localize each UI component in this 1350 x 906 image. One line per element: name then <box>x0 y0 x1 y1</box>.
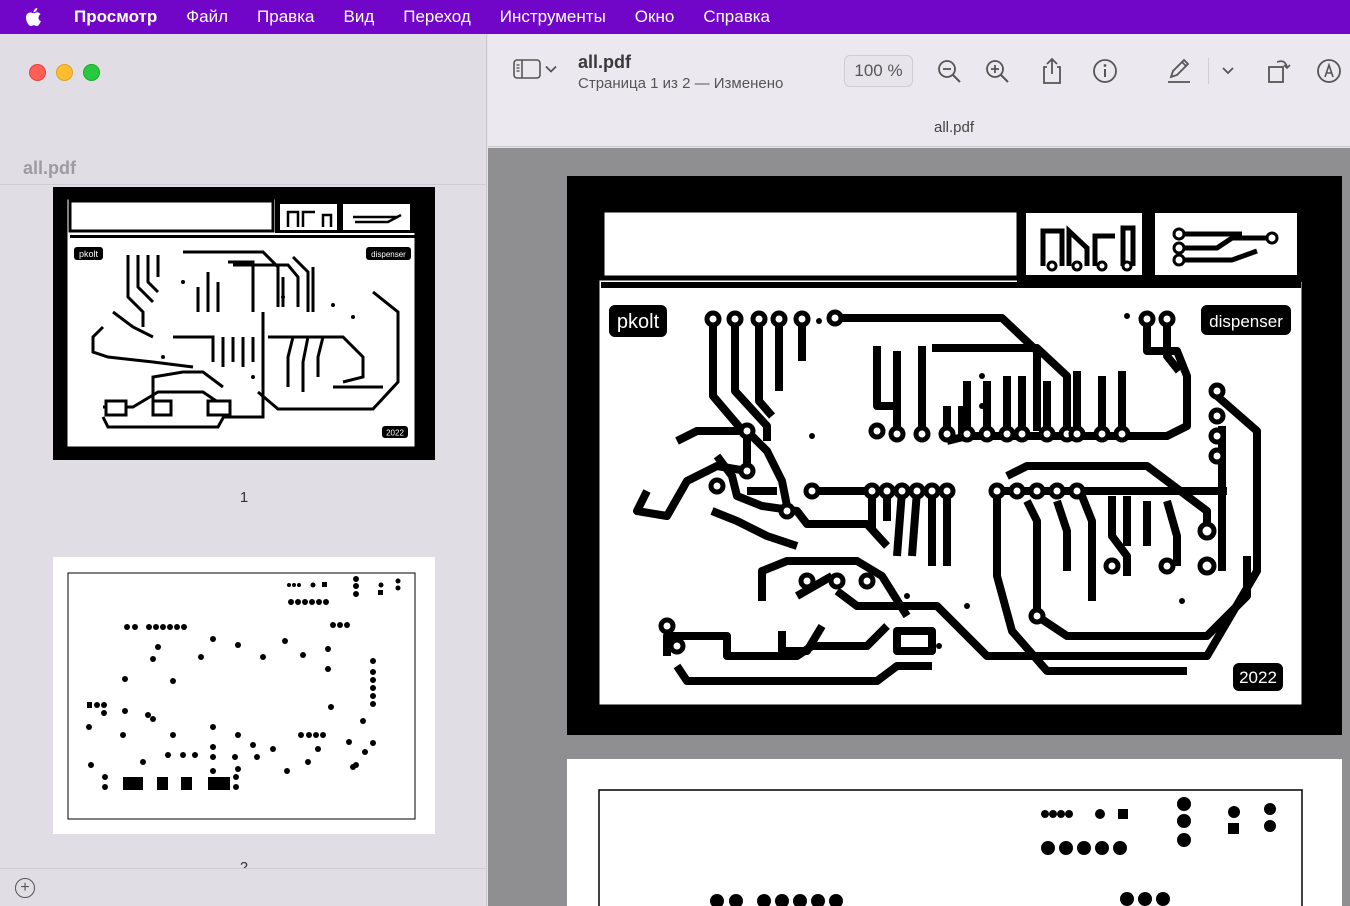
menu-edit[interactable]: Правка <box>257 7 314 27</box>
toolbar: all.pdf Страница 1 из 2 — Изменено 100 %… <box>488 34 1350 147</box>
rotate-icon[interactable] <box>1264 56 1294 86</box>
thumb-label-dispenser: dispenser <box>371 250 406 259</box>
menu-bar: Просмотр Файл Правка Вид Переход Инструм… <box>0 0 1350 34</box>
thumbnail-page-1[interactable]: pkolt dispenser 2022 <box>53 187 435 460</box>
pcb-label-pkolt: pkolt <box>617 311 660 333</box>
document-subtitle: Страница 1 из 2 — Изменено <box>578 75 784 92</box>
menu-file[interactable]: Файл <box>186 7 228 27</box>
pdf-page-1: pkolt dispenser 2022 <box>567 176 1342 735</box>
thumbnail-sidebar: all.pdf pkolt dispenser 2022 1 + <box>0 34 487 906</box>
sidebar-footer: + <box>0 868 486 906</box>
toolbar-separator <box>1208 58 1209 84</box>
sidebar-toggle-icon <box>513 58 541 80</box>
pcb-label-dispenser: dispenser <box>1209 312 1283 331</box>
sidebar-divider <box>0 184 486 185</box>
thumb-label-year: 2022 <box>386 429 404 438</box>
info-icon[interactable] <box>1090 56 1120 86</box>
thumbnail-1-label: 1 <box>239 489 249 506</box>
zoom-out-icon[interactable] <box>934 56 964 86</box>
sidebar-title: all.pdf <box>23 158 76 178</box>
document-title: all.pdf <box>578 52 631 72</box>
minimize-window-button[interactable] <box>56 64 73 81</box>
zoom-level-field[interactable]: 100 % <box>844 55 913 87</box>
menu-view[interactable]: Вид <box>343 7 374 27</box>
thumbnail-page-2[interactable] <box>53 557 435 834</box>
menu-tools[interactable]: Инструменты <box>500 7 606 27</box>
menu-window[interactable]: Окно <box>635 7 675 27</box>
window-controls <box>29 64 100 81</box>
pdf-page-2 <box>567 759 1342 906</box>
markup-pen-icon[interactable] <box>1164 56 1194 86</box>
menu-help[interactable]: Справка <box>703 7 770 27</box>
chevron-down-icon <box>545 65 557 73</box>
add-icon[interactable]: + <box>15 878 35 898</box>
sidebar-toggle-button[interactable] <box>513 58 557 80</box>
menu-app-preview[interactable]: Просмотр <box>74 7 157 27</box>
pcb-label-year: 2022 <box>1239 668 1277 687</box>
share-icon[interactable] <box>1037 56 1067 86</box>
markup-menu-chevron-icon[interactable] <box>1213 56 1243 86</box>
document-view[interactable]: pkolt dispenser 2022 <box>488 148 1350 906</box>
annotate-icon[interactable] <box>1314 56 1344 86</box>
menu-go[interactable]: Переход <box>403 7 471 27</box>
fullscreen-window-button[interactable] <box>83 64 100 81</box>
apple-icon[interactable] <box>24 6 52 28</box>
document-tab-title: all.pdf <box>933 119 975 136</box>
preview-window: all.pdf pkolt dispenser 2022 1 + all.pdf… <box>0 34 1350 906</box>
zoom-in-icon[interactable] <box>982 56 1012 86</box>
thumb-label-pkolt: pkolt <box>79 249 99 259</box>
close-window-button[interactable] <box>29 64 46 81</box>
